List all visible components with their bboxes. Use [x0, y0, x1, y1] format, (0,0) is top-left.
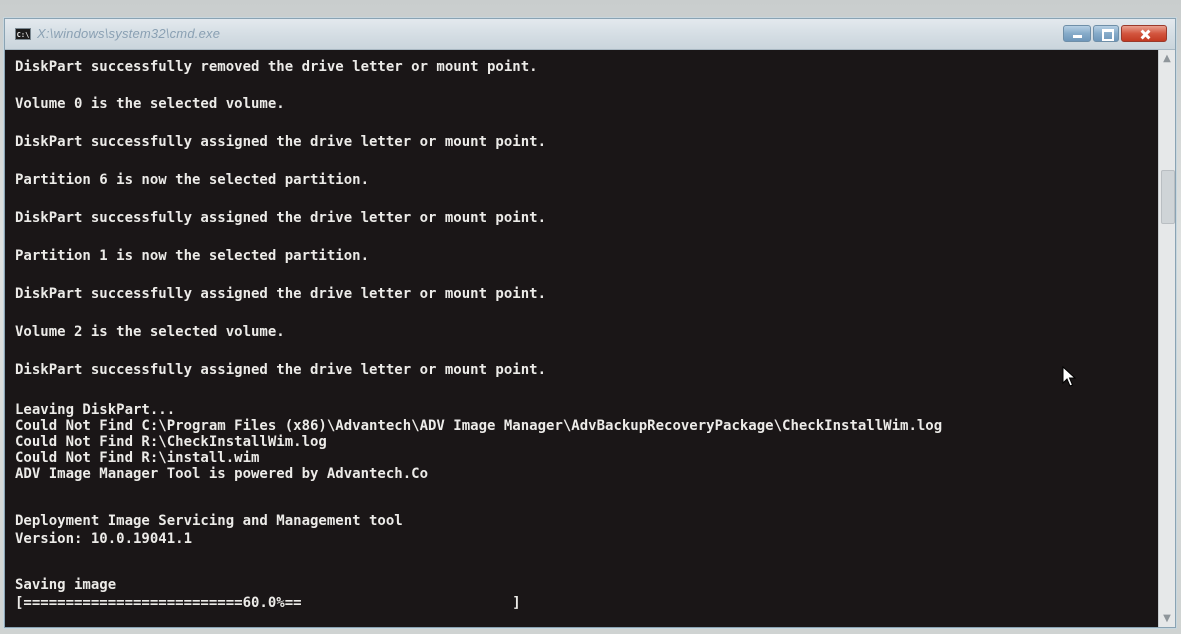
console-line: Could Not Find C:\Program Files (x86)\Ad…	[15, 418, 943, 434]
console-line: Version: 10.0.19041.1	[15, 531, 193, 547]
console-line: Deployment Image Servicing and Managemen…	[15, 513, 403, 529]
title-bar[interactable]: C:\ X:\windows\system32\cmd.exe	[5, 19, 1175, 50]
console-line: DiskPart successfully assigned the drive…	[15, 210, 547, 226]
console-line: Partition 6 is now the selected partitio…	[15, 172, 370, 188]
console-line: Volume 0 is the selected volume.	[15, 96, 285, 112]
console-line: DiskPart successfully removed the drive …	[15, 59, 538, 75]
console-line: Partition 1 is now the selected partitio…	[15, 248, 370, 264]
scroll-down-icon[interactable]: ▼	[1159, 610, 1175, 627]
console-line: DiskPart successfully assigned the drive…	[15, 134, 547, 150]
scroll-up-icon[interactable]: ▲	[1159, 50, 1175, 67]
mouse-pointer-icon	[1062, 366, 1076, 387]
console-line: Could Not Find R:\install.wim	[15, 450, 260, 466]
console-line: Saving image	[15, 577, 117, 593]
screen: C:\ X:\windows\system32\cmd.exe DiskPart…	[0, 0, 1181, 634]
scroll-thumb[interactable]	[1161, 170, 1175, 224]
console-line: DiskPart successfully assigned the drive…	[15, 362, 547, 378]
console-line: Volume 2 is the selected volume.	[15, 324, 285, 340]
cmd-window: C:\ X:\windows\system32\cmd.exe DiskPart…	[4, 18, 1176, 628]
console-line: DiskPart successfully assigned the drive…	[15, 286, 547, 302]
console-line: Could Not Find R:\CheckInstallWim.log	[15, 434, 327, 450]
console-output[interactable]: DiskPart successfully removed the drive …	[5, 50, 1157, 627]
maximize-button[interactable]	[1093, 25, 1119, 42]
console-line: Leaving DiskPart...	[15, 402, 176, 418]
close-button[interactable]	[1121, 25, 1167, 42]
vertical-scrollbar[interactable]: ▲ ▼	[1158, 50, 1175, 627]
window-title: X:\windows\system32\cmd.exe	[37, 26, 221, 41]
progress-bar-text: [==========================60.0%== ]	[15, 595, 521, 611]
console-line: ADV Image Manager Tool is powered by Adv…	[15, 466, 429, 482]
minimize-button[interactable]	[1063, 25, 1091, 42]
cmd-icon: C:\	[15, 28, 31, 40]
